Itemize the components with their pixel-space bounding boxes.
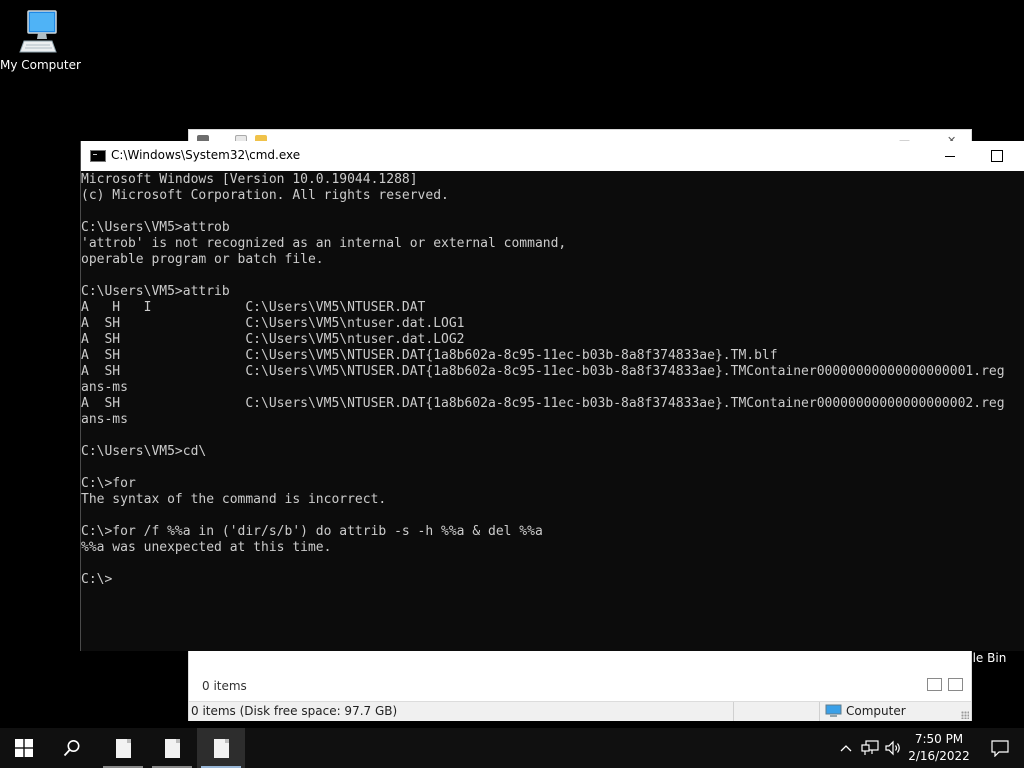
- console-line: C:\>for: [81, 476, 136, 491]
- computer-icon: [825, 704, 842, 717]
- view-toggle: [927, 678, 963, 691]
- my-computer-desktop-icon[interactable]: My Computer: [0, 8, 81, 72]
- cmd-window-title: C:\Windows\System32\cmd.exe: [111, 148, 301, 162]
- search-button[interactable]: [48, 728, 96, 768]
- console-line: A SH C:\Users\VM5\NTUSER.DAT{1a8b602a-8c…: [81, 396, 1005, 411]
- recycle-bin-label[interactable]: cle Bin: [966, 651, 1006, 665]
- console-line: The syntax of the command is incorrect.: [81, 492, 387, 507]
- action-center-button[interactable]: [976, 728, 1024, 768]
- document-icon: [115, 738, 131, 758]
- items-count: 0 items: [202, 679, 247, 693]
- show-hidden-icons-button[interactable]: [834, 728, 858, 768]
- network-icon[interactable]: [858, 728, 882, 768]
- minimize-button[interactable]: [927, 141, 973, 171]
- console-line: A H I C:\Users\VM5\NTUSER.DAT: [81, 300, 426, 315]
- clock-date: 2/16/2022: [908, 749, 970, 763]
- console-line: operable program or batch file.: [81, 252, 324, 267]
- console-line: C:\Users\VM5>attrob: [81, 220, 230, 235]
- console-line: C:\Users\VM5>cd\: [81, 444, 207, 459]
- status-divider: [819, 702, 820, 721]
- volume-icon[interactable]: [882, 728, 906, 768]
- status-free-space: 0 items (Disk free space: 97.7 GB): [191, 704, 398, 718]
- computer-icon: [16, 8, 64, 56]
- cmd-window[interactable]: C:\Windows\System32\cmd.exe Microsoft Wi…: [80, 141, 1024, 651]
- console-line: ans-ms: [81, 412, 128, 427]
- start-button[interactable]: [0, 728, 48, 768]
- console-line: C:\>: [81, 572, 113, 587]
- resize-grip[interactable]: [961, 711, 969, 719]
- console-line: A SH C:\Users\VM5\ntuser.dat.LOG2: [81, 332, 465, 347]
- document-icon: [213, 738, 229, 758]
- taskbar: 7:50 PM 2/16/2022: [0, 728, 1024, 768]
- document-icon: [164, 738, 180, 758]
- maximize-button[interactable]: [973, 141, 1019, 171]
- console-line: 'attrob' is not recognized as an interna…: [81, 236, 567, 251]
- console-line: A SH C:\Users\VM5\NTUSER.DAT{1a8b602a-8c…: [81, 348, 778, 363]
- windows-logo-icon: [15, 739, 33, 757]
- console-output[interactable]: Microsoft Windows [Version 10.0.19044.12…: [81, 172, 1024, 651]
- taskbar-app-button-active[interactable]: [197, 728, 245, 768]
- notification-icon: [991, 739, 1009, 757]
- details-view-icon[interactable]: [927, 678, 942, 691]
- console-line: ans-ms: [81, 380, 128, 395]
- status-location: Computer: [825, 704, 906, 718]
- console-line: (c) Microsoft Corporation. All rights re…: [81, 188, 449, 203]
- my-computer-label: My Computer: [0, 58, 81, 72]
- taskbar-app-button[interactable]: [148, 728, 196, 768]
- status-location-label: Computer: [846, 704, 906, 718]
- cmd-app-icon[interactable]: [90, 150, 106, 162]
- console-line: Microsoft Windows [Version 10.0.19044.12…: [81, 172, 418, 187]
- console-line: C:\>for /f %%a in ('dir/s/b') do attrib …: [81, 524, 543, 539]
- clock-time: 7:50 PM: [914, 732, 964, 746]
- status-divider: [733, 702, 734, 721]
- console-line: C:\Users\VM5>attrib: [81, 284, 230, 299]
- cmd-titlebar[interactable]: C:\Windows\System32\cmd.exe: [81, 141, 1024, 171]
- large-icons-view-icon[interactable]: [948, 678, 963, 691]
- taskbar-app-button[interactable]: [99, 728, 147, 768]
- status-bar: 0 items (Disk free space: 97.7 GB) Compu…: [189, 701, 971, 721]
- clock[interactable]: 7:50 PM 2/16/2022: [906, 731, 972, 765]
- chevron-up-icon: [840, 745, 852, 752]
- search-icon: [63, 740, 80, 757]
- console-line: A SH C:\Users\VM5\NTUSER.DAT{1a8b602a-8c…: [81, 364, 1005, 379]
- console-line: %%a was unexpected at this time.: [81, 540, 332, 555]
- console-line: A SH C:\Users\VM5\ntuser.dat.LOG1: [81, 316, 465, 331]
